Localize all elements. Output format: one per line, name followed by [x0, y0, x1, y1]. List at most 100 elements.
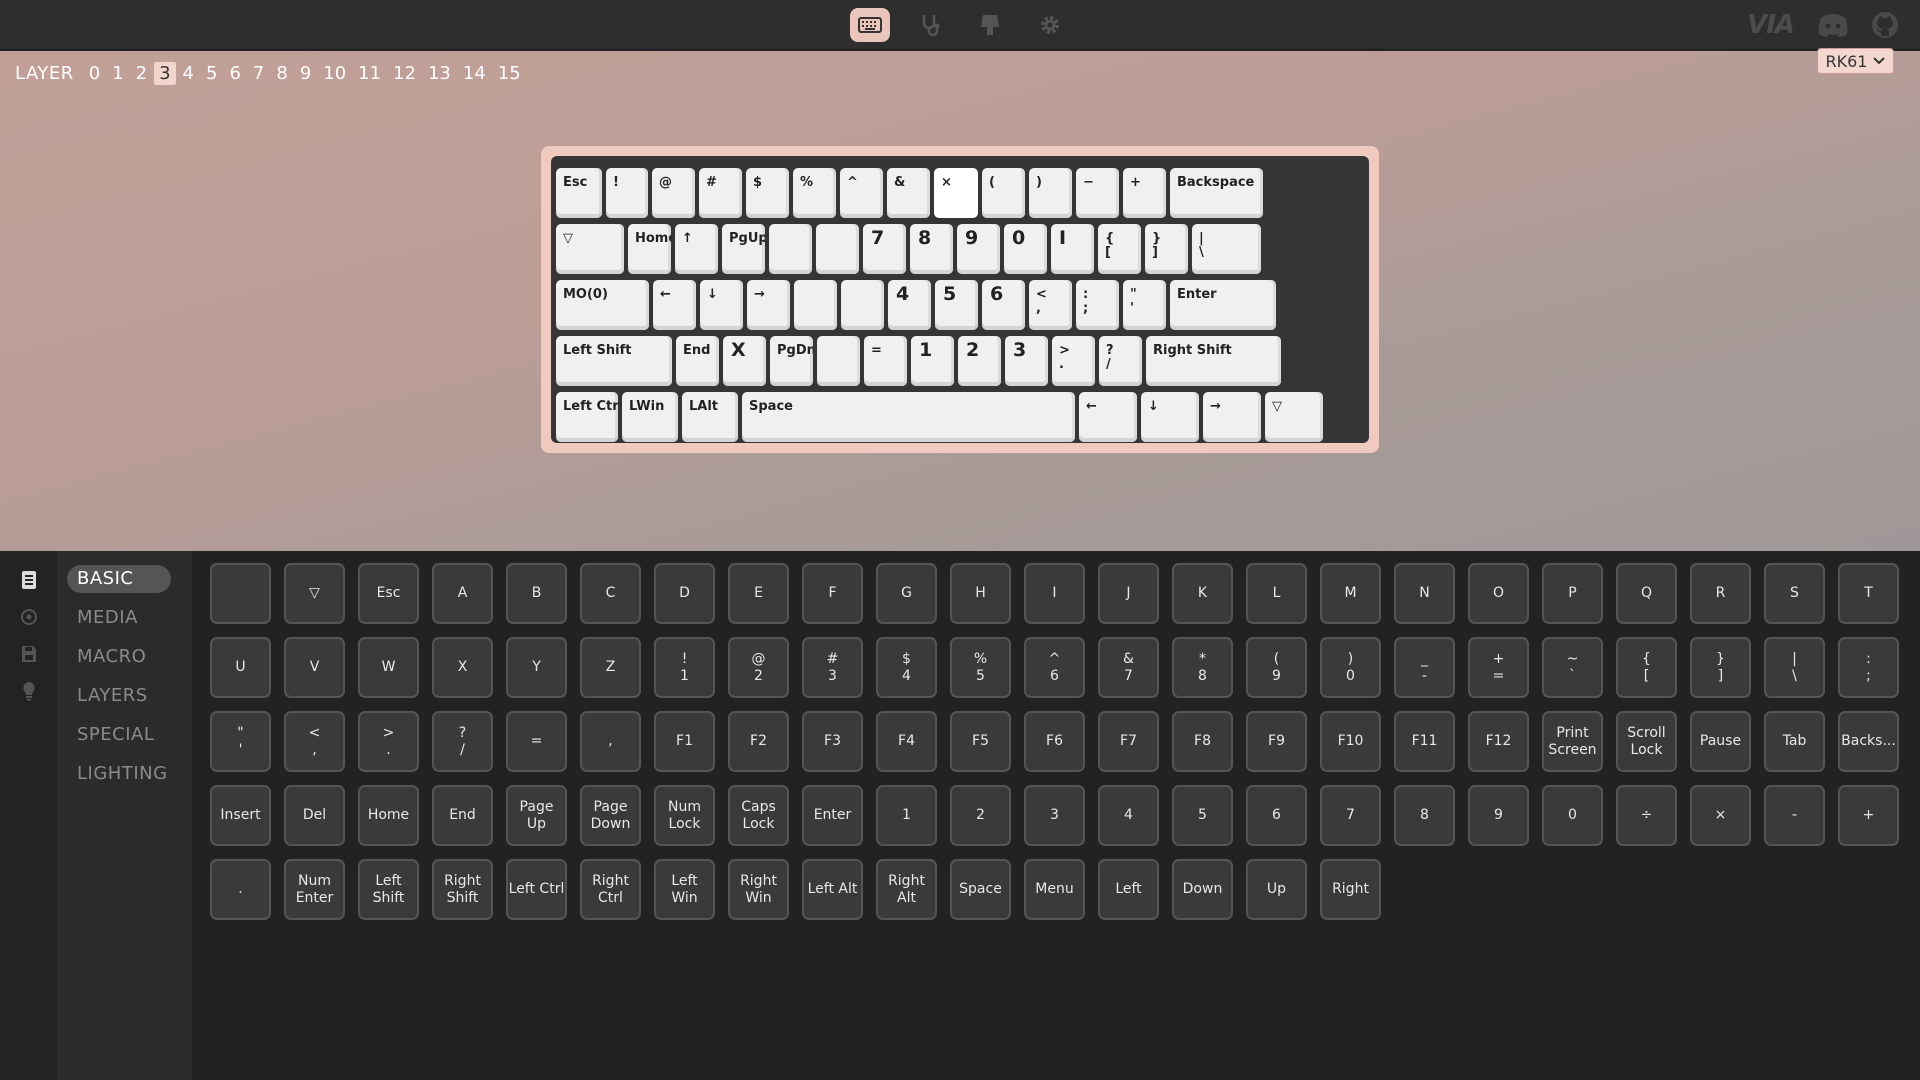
- keycode-r4c0[interactable]: .: [210, 859, 271, 920]
- keycode-r0c6[interactable]: D: [654, 563, 715, 624]
- keycode-r0c20[interactable]: R: [1690, 563, 1751, 624]
- keycode-r2c1[interactable]: <,: [284, 711, 345, 772]
- kb-key-r3c11[interactable]: Right Shift: [1146, 336, 1281, 386]
- keycode-r4c5[interactable]: Right Ctrl: [580, 859, 641, 920]
- keycode-r2c9[interactable]: F4: [876, 711, 937, 772]
- keycode-r4c12[interactable]: Left: [1098, 859, 1159, 920]
- kb-key-r2c9[interactable]: <,: [1029, 280, 1072, 330]
- kb-key-r4c3[interactable]: Space: [742, 392, 1075, 442]
- kb-key-r2c10[interactable]: :;: [1076, 280, 1119, 330]
- kb-key-r1c0[interactable]: ▽: [556, 224, 624, 274]
- keycode-r1c21[interactable]: | \: [1764, 637, 1825, 698]
- keycode-r3c3[interactable]: End: [432, 785, 493, 846]
- category-special[interactable]: SPECIAL: [67, 721, 171, 749]
- keycode-r4c6[interactable]: Left Win: [654, 859, 715, 920]
- keycode-r0c12[interactable]: J: [1098, 563, 1159, 624]
- keycode-r4c10[interactable]: Space: [950, 859, 1011, 920]
- keycode-r3c2[interactable]: Home: [358, 785, 419, 846]
- save-icon[interactable]: [18, 643, 40, 665]
- keycode-r1c15[interactable]: ) 0: [1320, 637, 1381, 698]
- kb-key-r0c1[interactable]: !: [606, 168, 648, 218]
- keycode-r1c2[interactable]: W: [358, 637, 419, 698]
- keycode-r1c0[interactable]: U: [210, 637, 271, 698]
- kb-key-r3c8[interactable]: 3: [1005, 336, 1048, 386]
- kb-key-r1c10[interactable]: I: [1051, 224, 1094, 274]
- keycode-r4c11[interactable]: Menu: [1024, 859, 1085, 920]
- keycode-r1c19[interactable]: {[: [1616, 637, 1677, 698]
- kb-key-r2c4[interactable]: [794, 280, 837, 330]
- kb-key-r1c5[interactable]: [816, 224, 859, 274]
- layer-6[interactable]: 6: [224, 62, 245, 85]
- keycode-r0c5[interactable]: C: [580, 563, 641, 624]
- kb-key-r0c7[interactable]: &: [887, 168, 930, 218]
- kb-key-r0c4[interactable]: $: [746, 168, 789, 218]
- keycap-icon[interactable]: [970, 8, 1010, 42]
- keycode-r4c8[interactable]: Left Alt: [802, 859, 863, 920]
- layer-9[interactable]: 9: [295, 62, 316, 85]
- keycode-r3c9[interactable]: 1: [876, 785, 937, 846]
- kb-key-r1c9[interactable]: 0: [1004, 224, 1047, 274]
- keycode-r1c8[interactable]: #3: [802, 637, 863, 698]
- kb-key-r2c0[interactable]: MO(0): [556, 280, 649, 330]
- kb-key-r3c10[interactable]: ? /: [1099, 336, 1142, 386]
- keycode-r0c0[interactable]: [210, 563, 271, 624]
- category-macro[interactable]: MACRO: [67, 643, 171, 671]
- keycode-r1c11[interactable]: ^ 6: [1024, 637, 1085, 698]
- keycode-r0c16[interactable]: N: [1394, 563, 1455, 624]
- layer-10[interactable]: 10: [318, 62, 351, 85]
- keycode-r0c10[interactable]: H: [950, 563, 1011, 624]
- keycode-r3c17[interactable]: 9: [1468, 785, 1529, 846]
- kb-key-r1c3[interactable]: PgUp: [722, 224, 765, 274]
- kb-key-r0c6[interactable]: ^: [840, 168, 883, 218]
- kb-key-r1c6[interactable]: 7: [863, 224, 906, 274]
- keycode-r2c3[interactable]: ? /: [432, 711, 493, 772]
- keycode-r1c22[interactable]: :;: [1838, 637, 1899, 698]
- kb-key-r4c5[interactable]: ↓: [1141, 392, 1199, 442]
- target-icon[interactable]: [18, 606, 40, 628]
- layer-5[interactable]: 5: [201, 62, 222, 85]
- kb-key-r0c13[interactable]: Backspace: [1170, 168, 1263, 218]
- keycode-r3c18[interactable]: 0: [1542, 785, 1603, 846]
- keycode-r2c7[interactable]: F2: [728, 711, 789, 772]
- keycode-r4c4[interactable]: Left Ctrl: [506, 859, 567, 920]
- keycode-r0c17[interactable]: O: [1468, 563, 1529, 624]
- kb-key-r2c1[interactable]: ←: [653, 280, 696, 330]
- keycode-r3c10[interactable]: 2: [950, 785, 1011, 846]
- keycode-r3c21[interactable]: -: [1764, 785, 1825, 846]
- keycode-r0c21[interactable]: S: [1764, 563, 1825, 624]
- keycode-r3c20[interactable]: ×: [1690, 785, 1751, 846]
- keycode-r2c13[interactable]: F8: [1172, 711, 1233, 772]
- keycode-r2c17[interactable]: F12: [1468, 711, 1529, 772]
- keycode-r2c15[interactable]: F10: [1320, 711, 1381, 772]
- keycode-r3c14[interactable]: 6: [1246, 785, 1307, 846]
- keycode-r2c11[interactable]: F6: [1024, 711, 1085, 772]
- keycode-r3c8[interactable]: Enter: [802, 785, 863, 846]
- kb-key-r1c11[interactable]: {[: [1098, 224, 1141, 274]
- keycode-r1c10[interactable]: % 5: [950, 637, 1011, 698]
- kb-key-r1c2[interactable]: ↑: [675, 224, 718, 274]
- keycode-r0c22[interactable]: T: [1838, 563, 1899, 624]
- keycode-r3c16[interactable]: 8: [1394, 785, 1455, 846]
- kb-key-r4c7[interactable]: ▽: [1265, 392, 1323, 442]
- keycode-r3c13[interactable]: 5: [1172, 785, 1233, 846]
- kb-key-r2c6[interactable]: 4: [888, 280, 931, 330]
- keycode-r0c7[interactable]: E: [728, 563, 789, 624]
- keycode-r3c5[interactable]: Page Down: [580, 785, 641, 846]
- layer-7[interactable]: 7: [248, 62, 269, 85]
- kb-key-r3c2[interactable]: X: [723, 336, 766, 386]
- keycode-r0c19[interactable]: Q: [1616, 563, 1677, 624]
- layer-8[interactable]: 8: [271, 62, 292, 85]
- kb-key-r0c11[interactable]: −: [1076, 168, 1119, 218]
- layer-0[interactable]: 0: [84, 62, 105, 85]
- keycode-r0c14[interactable]: L: [1246, 563, 1307, 624]
- keycode-r4c15[interactable]: Right: [1320, 859, 1381, 920]
- keycode-r4c9[interactable]: Right Alt: [876, 859, 937, 920]
- keycode-r4c7[interactable]: Right Win: [728, 859, 789, 920]
- kb-key-r0c9[interactable]: (: [982, 168, 1025, 218]
- category-lighting[interactable]: LIGHTING: [67, 760, 171, 788]
- kb-key-r0c0[interactable]: Esc: [556, 168, 602, 218]
- keycode-r2c0[interactable]: " ': [210, 711, 271, 772]
- kb-key-r0c2[interactable]: @: [652, 168, 695, 218]
- device-selector[interactable]: RK61: [1817, 48, 1894, 74]
- keycode-r0c15[interactable]: M: [1320, 563, 1381, 624]
